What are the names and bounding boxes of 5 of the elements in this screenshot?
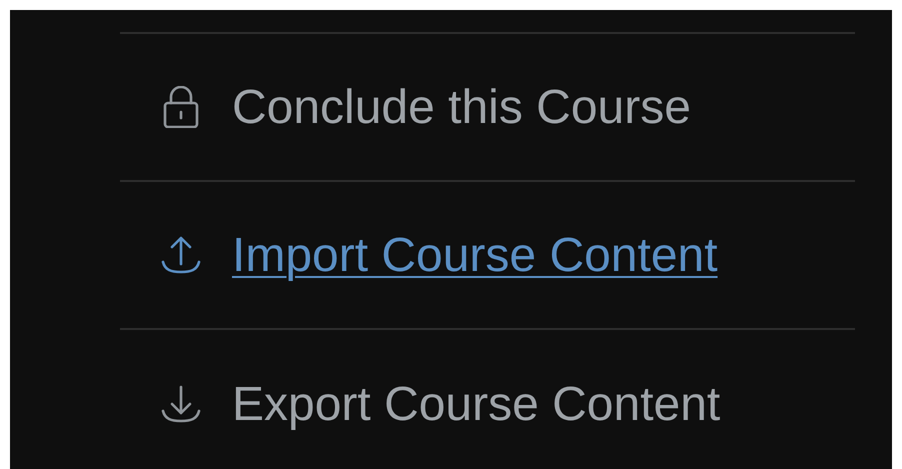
upload-icon [160, 234, 202, 276]
menu-item-label: Conclude this Course [232, 80, 691, 134]
download-icon [160, 383, 202, 425]
menu-item-label: Export Course Content [232, 376, 720, 432]
import-link[interactable]: Import Course Content [232, 228, 718, 282]
